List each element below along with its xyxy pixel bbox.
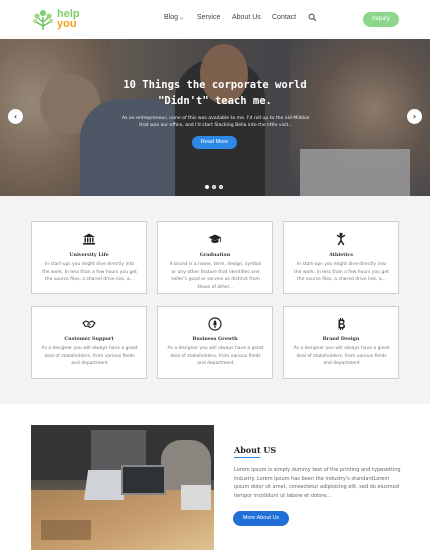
service-card-graduation[interactable]: Graduation A brand is a name, term, desi…: [157, 221, 273, 294]
service-card-title: Brand Design: [322, 336, 360, 342]
hero-title: 10 Things the corporate world "Didn't" t…: [123, 79, 307, 107]
slider-dot-2[interactable]: [212, 185, 216, 189]
logo-text-you: you: [57, 18, 77, 30]
more-about-us-button[interactable]: More About Us: [233, 511, 289, 526]
read-more-button[interactable]: Read More: [192, 136, 237, 149]
service-card-title: Graduation: [199, 252, 231, 258]
chevron-left-icon[interactable]: ‹: [8, 109, 23, 124]
slider-dot-1[interactable]: [205, 185, 209, 189]
service-card-title: Athletics: [329, 252, 353, 258]
bitcoin-icon: [338, 318, 345, 330]
slider-dot-3[interactable]: [219, 185, 223, 189]
service-card-desc: In start-ups you might dive directly int…: [294, 262, 389, 282]
service-card-desc: As a designer you will always have a gre…: [167, 346, 264, 366]
tree-logo-icon: [32, 10, 54, 30]
search-icon[interactable]: [308, 13, 317, 22]
nav-item-service[interactable]: Service: [197, 14, 220, 21]
service-card-desc: As a designer you will always have a gre…: [293, 346, 390, 366]
service-card-university-life[interactable]: University Life In start-ups you might d…: [31, 221, 147, 294]
service-card-customer-support[interactable]: Customer Support As a designer you will …: [31, 306, 147, 379]
service-card-title: Customer Support: [64, 336, 114, 342]
rocket-icon: [208, 317, 222, 331]
service-card-desc: As a designer you will always have a gre…: [41, 346, 138, 366]
university-icon: [83, 233, 95, 245]
about-section: About US Lorem Ipsum is simply dummy tex…: [0, 404, 430, 550]
service-card-brand-design[interactable]: Brand Design As a designer you will alwa…: [283, 306, 399, 379]
chevron-right-icon[interactable]: ›: [407, 109, 422, 124]
athlete-icon: [336, 232, 346, 246]
inquiry-button[interactable]: Inquiry: [363, 12, 399, 27]
nav-item-contact[interactable]: Contact: [272, 14, 296, 21]
about-title: About US: [234, 445, 277, 455]
graduation-cap-icon: [208, 234, 222, 243]
services-section: University Life In start-ups you might d…: [0, 196, 430, 404]
service-card-desc: A brand is a name, term, design, symbol …: [169, 262, 262, 290]
about-image: [31, 425, 214, 550]
service-card-title: University Life: [69, 252, 109, 258]
handshake-icon: [82, 320, 96, 329]
hero-slider: 10 Things the corporate world "Didn't" t…: [0, 39, 430, 196]
hero-subtitle: As an entrepreneur, none of this was ava…: [121, 116, 311, 128]
service-card-title: Business Growth: [192, 336, 238, 342]
nav-item-about-us[interactable]: About Us: [232, 14, 261, 21]
service-card-athletics[interactable]: Athletics In start-ups you might dive di…: [283, 221, 399, 294]
site-header: help you Blog⌄ Service About Us Contact …: [0, 0, 430, 39]
nav-item-blog[interactable]: Blog⌄: [164, 14, 184, 21]
service-card-desc: In start-ups you might dive directly int…: [42, 262, 137, 282]
service-card-business-growth[interactable]: Business Growth As a designer you will a…: [157, 306, 273, 379]
logo[interactable]: help you: [31, 8, 93, 32]
chevron-down-icon: ⌄: [179, 15, 185, 21]
about-title-underline: [234, 457, 260, 458]
about-text: Lorem Ipsum is simply dummy text of the …: [234, 467, 401, 499]
